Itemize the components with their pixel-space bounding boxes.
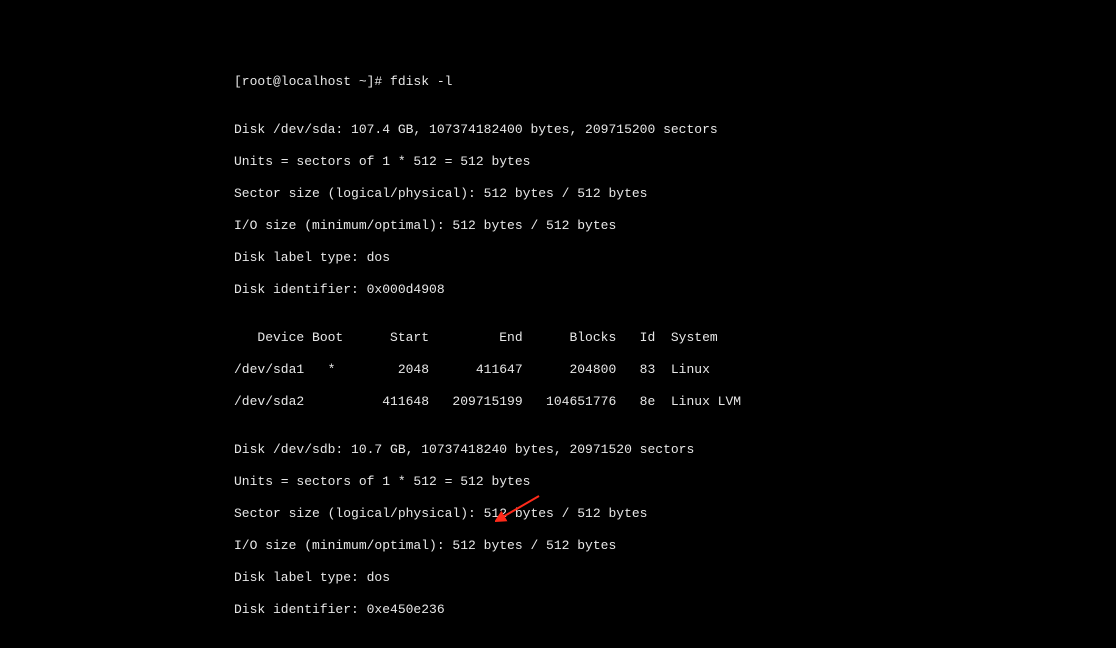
sdb-sector: Sector size (logical/physical): 512 byte… bbox=[234, 506, 1116, 522]
sda-io: I/O size (minimum/optimal): 512 bytes / … bbox=[234, 218, 1116, 234]
sda-row-1: /dev/sda1 * 2048 411647 204800 83 Linux bbox=[234, 362, 1116, 378]
sda-sector: Sector size (logical/physical): 512 byte… bbox=[234, 186, 1116, 202]
sda-label: Disk label type: dos bbox=[234, 250, 1116, 266]
sda-units: Units = sectors of 1 * 512 = 512 bytes bbox=[234, 154, 1116, 170]
terminal-window[interactable]: [root@localhost ~]# fdisk -l Disk /dev/s… bbox=[0, 0, 1116, 648]
sdb-io: I/O size (minimum/optimal): 512 bytes / … bbox=[234, 538, 1116, 554]
sdb-ident: Disk identifier: 0xe450e236 bbox=[234, 602, 1116, 618]
sdb-header: Disk /dev/sdb: 10.7 GB, 10737418240 byte… bbox=[234, 442, 1116, 458]
sda-ident: Disk identifier: 0x000d4908 bbox=[234, 282, 1116, 298]
sdb-label: Disk label type: dos bbox=[234, 570, 1116, 586]
sda-table-header: Device Boot Start End Blocks Id System bbox=[234, 330, 1116, 346]
prompt-line: [root@localhost ~]# fdisk -l bbox=[234, 74, 1116, 90]
sda-header: Disk /dev/sda: 107.4 GB, 107374182400 by… bbox=[234, 122, 1116, 138]
sda-row-2: /dev/sda2 411648 209715199 104651776 8e … bbox=[234, 394, 1116, 410]
sdb-units: Units = sectors of 1 * 512 = 512 bytes bbox=[234, 474, 1116, 490]
